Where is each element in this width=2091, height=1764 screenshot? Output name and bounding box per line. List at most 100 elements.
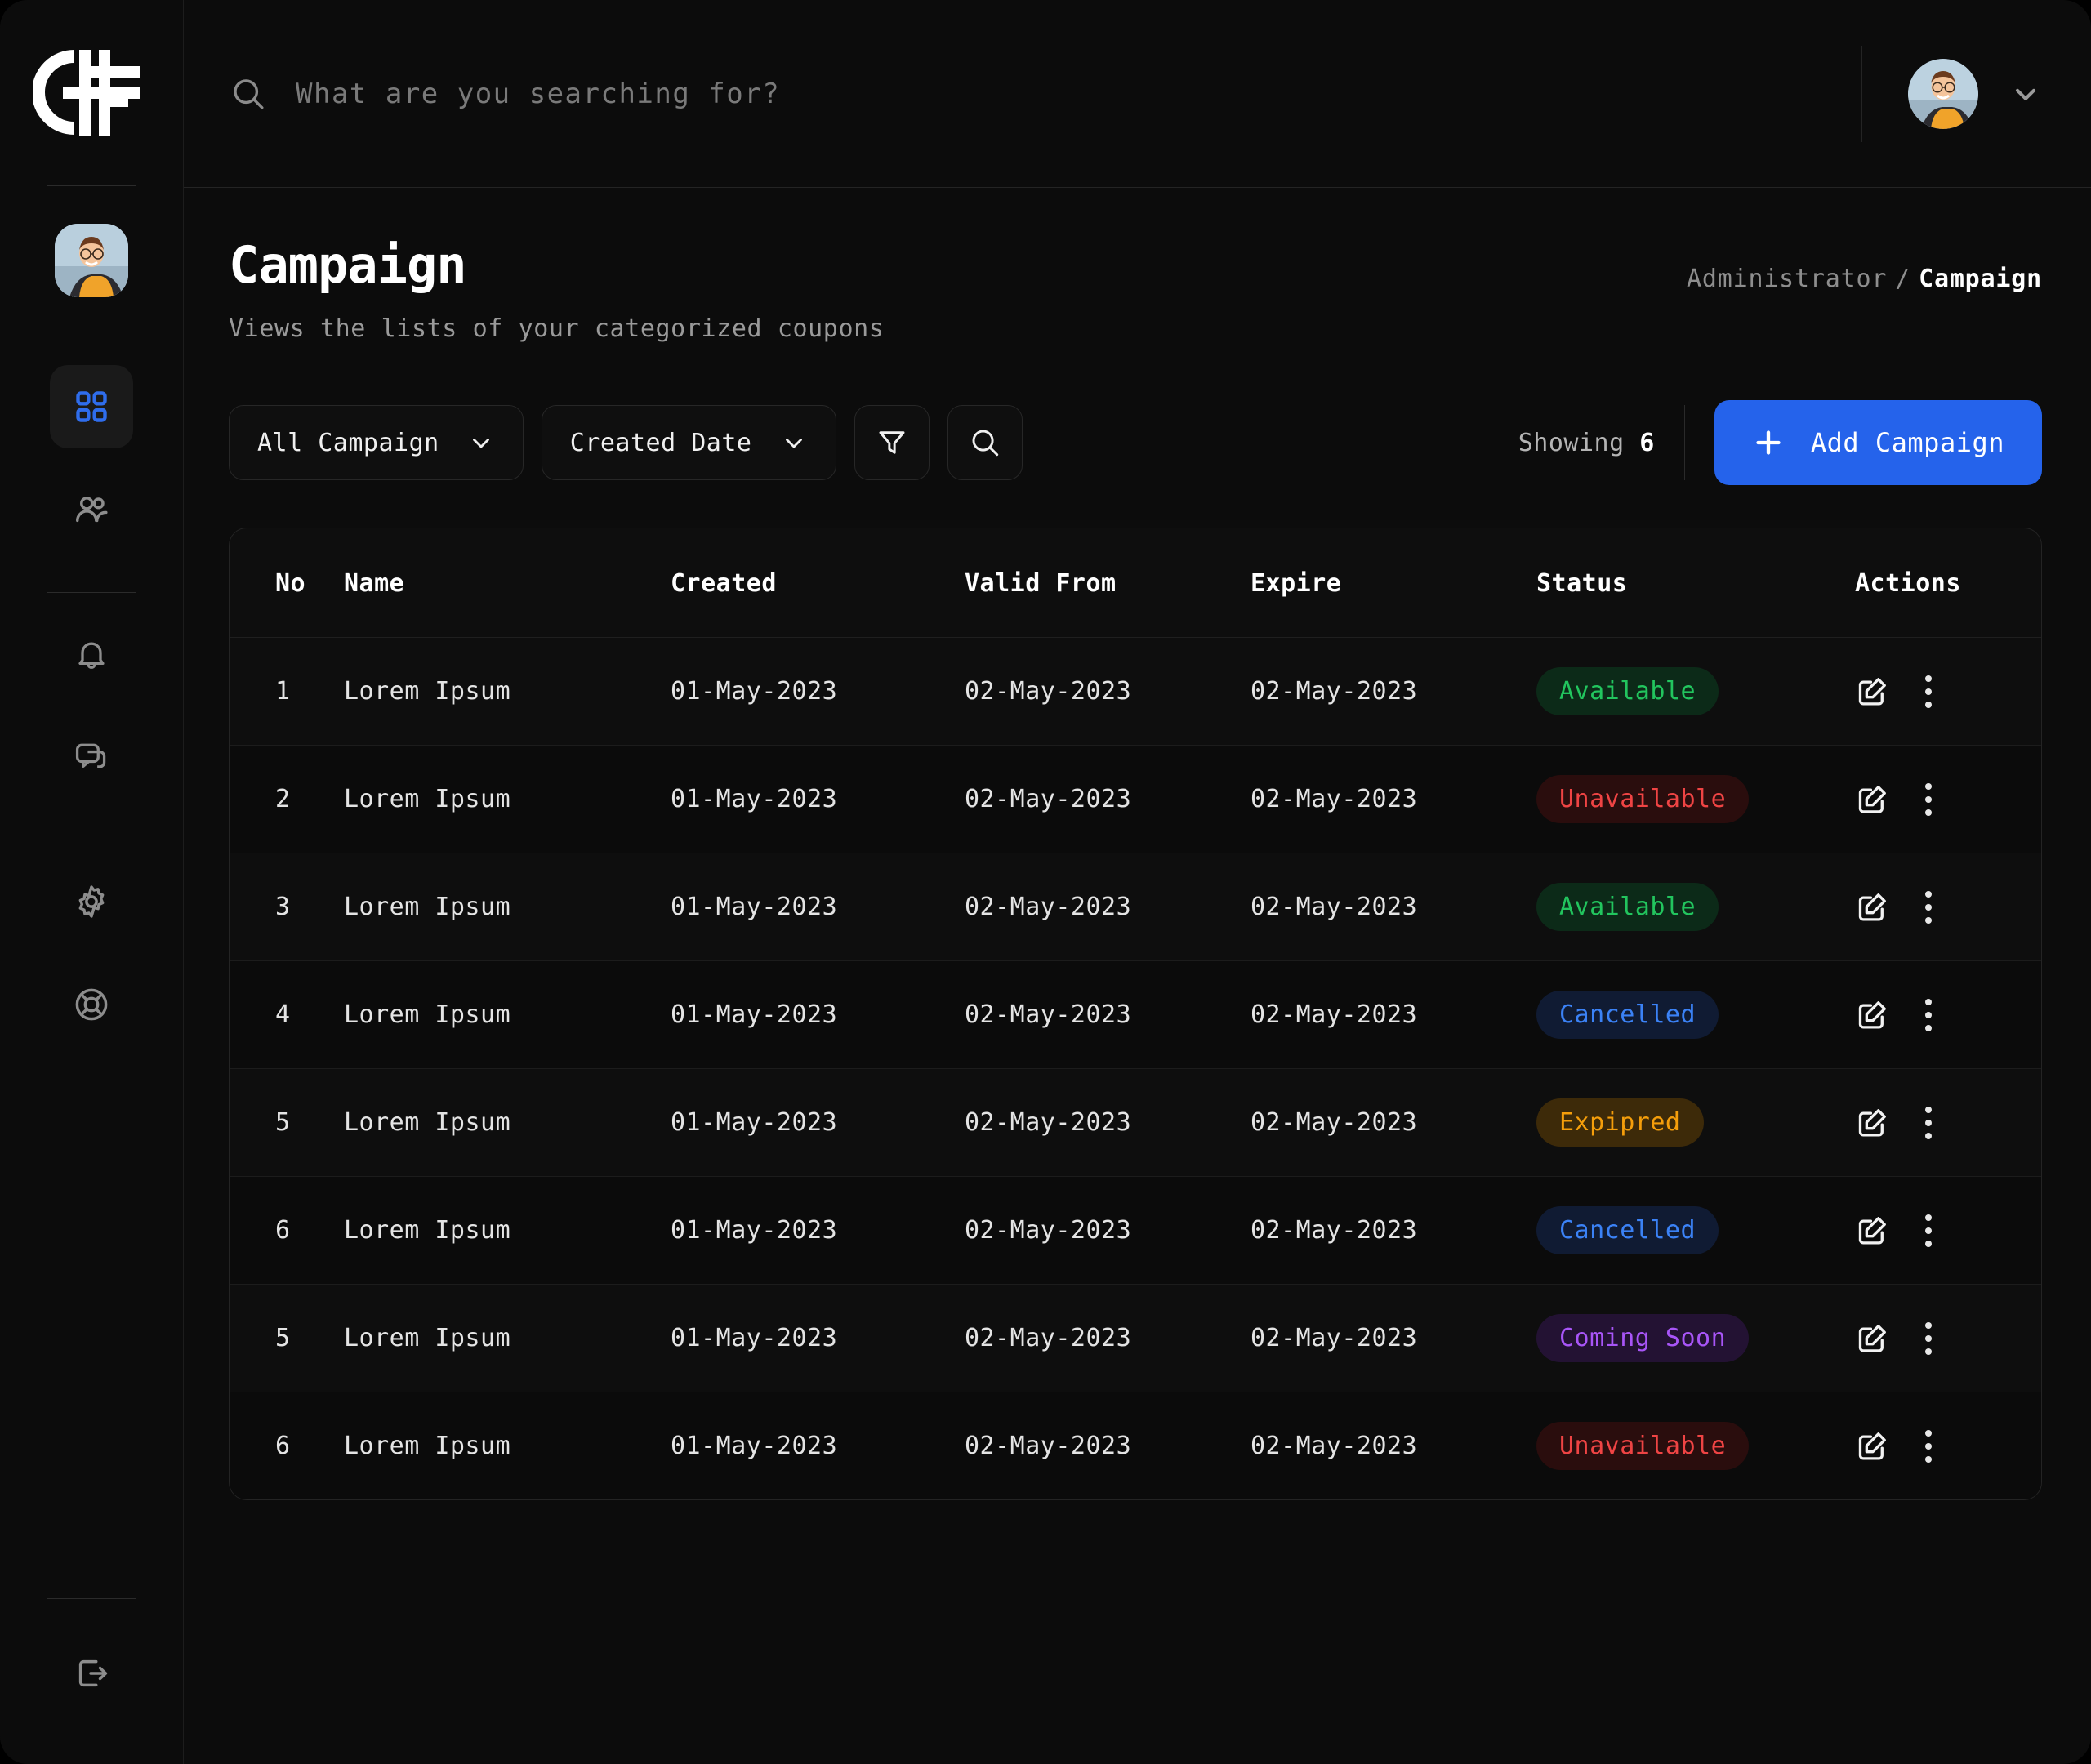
table-row[interactable]: 3 Lorem Ipsum 01-May-2023 02-May-2023 02-May… (230, 853, 2041, 961)
page-header: Campaign Views the lists of your categor… (229, 238, 2042, 343)
edit-square-icon (1858, 677, 1886, 706)
cell-no: 1 (275, 677, 291, 706)
cell-status: Unavailable (1536, 1392, 1855, 1500)
more-vertical-icon (1925, 1321, 1932, 1355)
logout-icon (78, 1659, 108, 1687)
avatar[interactable] (55, 224, 128, 297)
status-badge: Available (1536, 883, 1719, 932)
cif-logo (33, 50, 140, 136)
cell-no: 3 (275, 893, 291, 922)
table-row[interactable]: 1 Lorem Ipsum 01-May-2023 02-May-2023 02-May… (230, 638, 2041, 746)
cell-name: Lorem Ipsum (344, 1324, 511, 1353)
edit-square-icon (1858, 1000, 1886, 1029)
table-toolbar: All Campaign Created Date Showing 6 Add … (229, 400, 2042, 486)
cell-created: 01-May-2023 (671, 1108, 838, 1138)
column-header-name: Name (344, 569, 405, 599)
table-row[interactable]: 4 Lorem Ipsum 01-May-2023 02-May-2023 02-May… (230, 960, 2041, 1069)
cell-actions (1855, 638, 2041, 746)
chevron-down-icon (472, 439, 489, 448)
cell-actions (1855, 961, 2041, 1069)
breadcrumb-current: Campaign (1919, 265, 2042, 293)
status-badge: Cancelled (1536, 991, 1719, 1040)
sidebar-item-settings[interactable] (50, 860, 133, 943)
cell-created: 01-May-2023 (671, 893, 838, 922)
more-vertical-icon (1925, 675, 1932, 708)
row-more-options-button[interactable] (1925, 675, 1932, 708)
cell-status: Coming Soon (1536, 1285, 1855, 1392)
page-title: Campaign (229, 235, 467, 295)
edit-row-button[interactable] (1855, 1429, 1889, 1463)
table-row[interactable]: 2 Lorem Ipsum 01-May-2023 02-May-2023 02-May… (230, 745, 2041, 853)
cell-no: 5 (275, 1324, 291, 1353)
more-vertical-icon (1925, 1106, 1932, 1139)
cell-created: 01-May-2023 (671, 1216, 838, 1245)
main-area: Campaign Views the lists of your categor… (184, 0, 2091, 1764)
add-campaign-button[interactable]: Add Campaign (1714, 400, 2042, 486)
row-more-options-button[interactable] (1925, 782, 1932, 816)
more-vertical-icon (1925, 890, 1932, 924)
page-subtitle: Views the lists of your categorized coup… (229, 314, 885, 344)
page-content: Campaign Views the lists of your categor… (184, 188, 2091, 1764)
campaign-table-card: No Name Created Valid From Expire Status… (229, 528, 2042, 1501)
edit-square-icon (1858, 1324, 1886, 1352)
edit-row-button[interactable] (1855, 1214, 1889, 1248)
cell-actions (1855, 746, 2041, 853)
users-icon (76, 497, 108, 523)
campaign-filter-label: All Campaign (257, 428, 439, 457)
breadcrumb-parent[interactable]: Administrator (1687, 265, 1887, 293)
edit-row-button[interactable] (1855, 890, 1889, 924)
account-dropdown-button[interactable] (2009, 78, 2042, 110)
edit-square-icon (1858, 785, 1886, 813)
edit-square-icon (1858, 1108, 1886, 1137)
cell-actions (1855, 853, 2041, 961)
sidebar-item-logout[interactable] (50, 1632, 133, 1715)
table-row[interactable]: 5 Lorem Ipsum 01-May-2023 02-May-2023 02-May… (230, 1285, 2041, 1392)
cell-status: Available (1536, 638, 1855, 746)
sidebar-item-support[interactable] (50, 963, 133, 1046)
sidebar-item-dashboard[interactable] (50, 365, 133, 448)
add-campaign-label: Add Campaign (1810, 427, 2004, 459)
cell-expire: 02-May-2023 (1251, 1000, 1418, 1030)
cell-name: Lorem Ipsum (344, 1108, 511, 1138)
column-header-created: Created (671, 569, 777, 599)
campaign-filter-select[interactable]: All Campaign (229, 405, 524, 481)
created-date-filter-select[interactable]: Created Date (541, 405, 836, 481)
avatar[interactable] (1908, 58, 1978, 129)
row-more-options-button[interactable] (1925, 1214, 1932, 1247)
edit-square-icon (1858, 1432, 1886, 1460)
cell-created: 01-May-2023 (671, 1432, 838, 1461)
app-window: Campaign Views the lists of your categor… (0, 0, 2091, 1764)
row-more-options-button[interactable] (1925, 1429, 1932, 1463)
edit-row-button[interactable] (1855, 1321, 1889, 1356)
edit-row-button[interactable] (1855, 782, 1889, 817)
account-menu[interactable] (1861, 45, 2042, 142)
created-date-filter-label: Created Date (569, 428, 752, 457)
search-icon (234, 78, 264, 109)
search-input[interactable] (296, 77, 1861, 110)
table-header-row: No Name Created Valid From Expire Status… (230, 528, 2041, 638)
search-icon (972, 430, 998, 457)
row-more-options-button[interactable] (1925, 890, 1932, 924)
sidebar-divider-top (47, 185, 136, 186)
table-row[interactable]: 6 Lorem Ipsum 01-May-2023 02-May-2023 02-May… (230, 1176, 2041, 1285)
sidebar (0, 0, 184, 1764)
chevron-down-icon (785, 439, 802, 448)
bell-icon (78, 642, 105, 669)
sidebar-item-messages[interactable] (50, 715, 133, 799)
filter-button[interactable] (854, 405, 930, 481)
sidebar-item-notifications[interactable] (50, 612, 133, 696)
more-vertical-icon (1925, 998, 1932, 1031)
table-row[interactable]: 5 Lorem Ipsum 01-May-2023 02-May-2023 02-May… (230, 1069, 2041, 1177)
edit-row-button[interactable] (1855, 998, 1889, 1032)
row-more-options-button[interactable] (1925, 998, 1932, 1031)
row-more-options-button[interactable] (1925, 1106, 1932, 1139)
table-search-button[interactable] (947, 405, 1023, 481)
table-row[interactable]: 6 Lorem Ipsum 01-May-2023 02-May-2023 02-May… (230, 1392, 2041, 1500)
more-vertical-icon (1925, 782, 1932, 816)
edit-row-button[interactable] (1855, 1106, 1889, 1140)
edit-row-button[interactable] (1855, 675, 1889, 709)
showing-label: Showing (1518, 428, 1625, 457)
sidebar-item-users[interactable] (50, 468, 133, 551)
cell-created: 01-May-2023 (671, 785, 838, 814)
row-more-options-button[interactable] (1925, 1321, 1932, 1355)
